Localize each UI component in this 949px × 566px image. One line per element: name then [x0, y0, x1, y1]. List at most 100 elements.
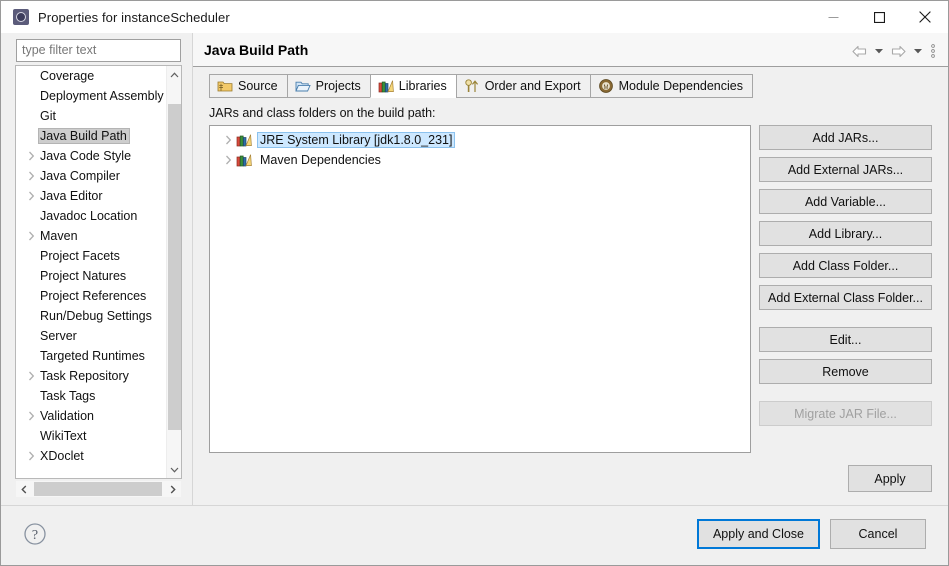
sidebar-item-task-repository[interactable]: Task Repository	[16, 366, 168, 386]
libraries-action-buttons: Add JARs... Add External JARs... Add Varia…	[759, 125, 932, 433]
sidebar-item-project-references[interactable]: Project References	[16, 286, 168, 306]
sidebar-item-label: Targeted Runtimes	[40, 349, 145, 363]
sidebar-item-label: Project References	[40, 289, 147, 303]
back-button[interactable]	[848, 41, 870, 61]
scroll-down-arrow-icon[interactable]	[167, 461, 182, 478]
expand-chevron-icon	[28, 371, 34, 381]
sidebar-item-java-code-style[interactable]: Java Code Style	[16, 146, 168, 166]
sidebar-item-label: Maven	[40, 229, 78, 243]
expand-chevron-icon[interactable]	[24, 371, 38, 381]
tab-projects[interactable]: Projects	[286, 74, 370, 98]
sidebar-item-java-compiler[interactable]: Java Compiler	[16, 166, 168, 186]
library-row[interactable]: JRE System Library [jdk1.8.0_231]	[210, 130, 750, 150]
footer-buttons: Apply and Close Cancel	[696, 519, 926, 549]
expand-chevron-icon[interactable]	[220, 155, 236, 165]
expand-chevron-icon[interactable]	[24, 411, 38, 421]
expand-chevron-icon[interactable]	[24, 151, 38, 161]
sidebar-item-project-natures[interactable]: Project Natures	[16, 266, 168, 286]
close-button[interactable]	[902, 1, 948, 33]
scroll-left-arrow-icon[interactable]	[16, 481, 32, 497]
sidebar-item-javadoc-location[interactable]: Javadoc Location	[16, 206, 168, 226]
sidebar-item-server[interactable]: Server	[16, 326, 168, 346]
forward-button[interactable]	[887, 41, 909, 61]
sidebar-item-label: Java Compiler	[40, 169, 120, 183]
minimize-button[interactable]	[810, 1, 856, 33]
sidebar-item-validation[interactable]: Validation	[16, 406, 168, 426]
properties-dialog-window: Properties for instanceScheduler type fi…	[0, 0, 949, 566]
library-books-icon	[236, 152, 252, 168]
tab-module-dependencies[interactable]: M Module Dependencies	[589, 74, 753, 98]
forward-arrow-icon	[891, 45, 906, 57]
chevron-down-icon	[874, 49, 883, 54]
library-books-icon	[236, 132, 252, 148]
libraries-tree[interactable]: JRE System Library [jdk1.8.0_231] Maven D…	[209, 125, 751, 453]
expand-chevron-icon[interactable]	[24, 191, 38, 201]
source-folder-icon	[217, 78, 233, 94]
scroll-thumb[interactable]	[34, 482, 162, 496]
tab-libraries[interactable]: Libraries	[369, 74, 456, 98]
tab-source[interactable]: Source	[209, 74, 287, 98]
sidebar-item-project-facets[interactable]: Project Facets	[16, 246, 168, 266]
apply-button[interactable]: Apply	[848, 465, 932, 492]
tab-label: Order and Export	[484, 79, 581, 93]
sidebar-item-maven[interactable]: Maven	[16, 226, 168, 246]
scroll-right-arrow-icon[interactable]	[165, 481, 181, 497]
expand-chevron-icon[interactable]	[220, 135, 236, 145]
window-title: Properties for instanceScheduler	[38, 9, 230, 25]
tab-label: Libraries	[398, 79, 447, 93]
expand-chevron-icon	[28, 451, 34, 461]
add-jars-button[interactable]: Add JARs...	[759, 125, 932, 150]
sidebar-item-java-editor[interactable]: Java Editor	[16, 186, 168, 206]
add-external-jars-button[interactable]: Add External JARs...	[759, 157, 932, 182]
cancel-button[interactable]: Cancel	[830, 519, 926, 549]
scroll-up-arrow-icon[interactable]	[167, 66, 182, 83]
sidebar-item-targeted-runtimes[interactable]: Targeted Runtimes	[16, 346, 168, 366]
expand-chevron-icon[interactable]	[24, 451, 38, 461]
filter-input[interactable]: type filter text	[16, 39, 181, 62]
sidebar-item-java-build-path[interactable]: Java Build Path	[16, 126, 168, 146]
remove-button[interactable]: Remove	[759, 359, 932, 384]
back-dropdown-button[interactable]	[872, 41, 885, 61]
apply-and-close-button[interactable]: Apply and Close	[696, 519, 820, 549]
library-label: JRE System Library [jdk1.8.0_231]	[257, 132, 456, 148]
sidebar-vertical-scrollbar[interactable]	[166, 66, 181, 478]
order-export-icon	[464, 78, 480, 94]
sidebar-item-label: XDoclet	[40, 449, 84, 463]
library-row[interactable]: Maven Dependencies	[210, 150, 750, 170]
scroll-thumb[interactable]	[168, 104, 181, 430]
edit-button[interactable]: Edit...	[759, 327, 932, 352]
sidebar-item-label: WikiText	[40, 429, 87, 443]
sidebar-item-label: Run/Debug Settings	[40, 309, 152, 323]
sidebar-item-label: Java Editor	[40, 189, 103, 203]
maximize-icon	[873, 11, 885, 23]
sidebar-item-xdoclet[interactable]: XDoclet	[16, 446, 168, 466]
add-variable-button[interactable]: Add Variable...	[759, 189, 932, 214]
sidebar-item-coverage[interactable]: Coverage	[16, 66, 168, 86]
sidebar-item-deployment-assembly[interactable]: Deployment Assembly	[16, 86, 168, 106]
expand-chevron-icon[interactable]	[24, 171, 38, 181]
add-class-folder-button[interactable]: Add Class Folder...	[759, 253, 932, 278]
view-menu-button[interactable]	[926, 41, 940, 61]
help-question-icon[interactable]: ?	[23, 522, 47, 546]
settings-category-tree[interactable]: Coverage Deployment Assembly Git Java Build…	[16, 66, 181, 478]
panel-body: Source Projects Libraries Order and Export M…	[193, 67, 948, 505]
sidebar-item-run-debug-settings[interactable]: Run/Debug Settings	[16, 306, 168, 326]
svg-text:?: ?	[32, 528, 38, 543]
list-caption: JARs and class folders on the build path…	[209, 106, 436, 120]
sidebar-horizontal-scrollbar[interactable]	[16, 481, 181, 497]
tab-order-and-export[interactable]: Order and Export	[455, 74, 590, 98]
add-library-button[interactable]: Add Library...	[759, 221, 932, 246]
dialog-footer: ? Apply and Close Cancel	[1, 506, 948, 565]
forward-dropdown-button[interactable]	[911, 41, 924, 61]
sidebar-item-git[interactable]: Git	[16, 106, 168, 126]
libraries-books-icon	[378, 78, 394, 94]
add-external-class-folder-button[interactable]: Add External Class Folder...	[759, 285, 932, 310]
maximize-button[interactable]	[856, 1, 902, 33]
sidebar-item-wikitext[interactable]: WikiText	[16, 426, 168, 446]
sidebar-item-label: Git	[40, 109, 56, 123]
expand-chevron-icon	[225, 155, 231, 165]
close-icon	[919, 11, 931, 23]
chevron-down-icon	[913, 49, 922, 54]
sidebar-item-task-tags[interactable]: Task Tags	[16, 386, 168, 406]
expand-chevron-icon[interactable]	[24, 231, 38, 241]
